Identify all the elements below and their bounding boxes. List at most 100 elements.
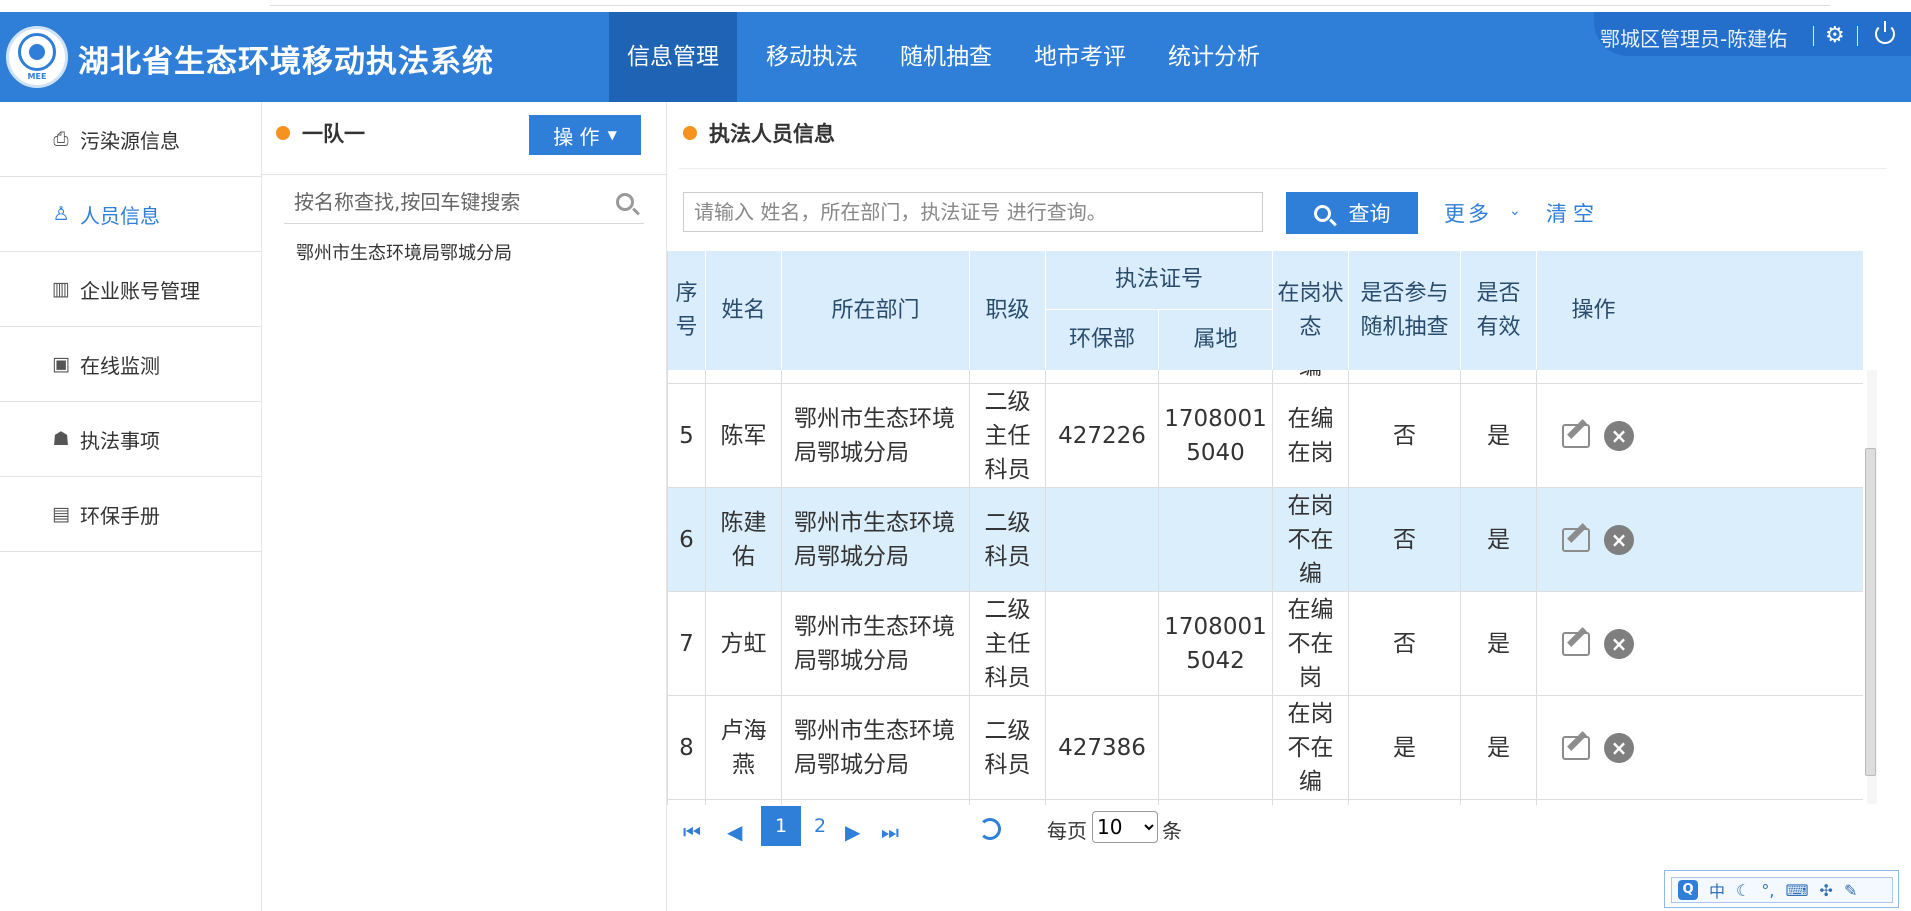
cell-index: 7 xyxy=(668,592,706,696)
clear-link[interactable]: 清空 xyxy=(1546,198,1600,228)
table-row[interactable]: 7 方虹 鄂州市生态环境局鄂城分局 二级主任科员 17080015042 在编不在岗 否 是 × xyxy=(668,592,1863,696)
tools-icon[interactable]: ✣ xyxy=(1820,881,1833,900)
search-icon[interactable] xyxy=(616,193,634,211)
tree-title: 一队一 xyxy=(302,122,365,146)
delete-icon[interactable]: × xyxy=(1604,629,1634,659)
ime-mode[interactable]: 中 xyxy=(1709,878,1725,902)
sidebar-item-3[interactable]: ▥ 企业账号管理 xyxy=(0,252,261,327)
cell-text: 是 xyxy=(1487,527,1510,553)
inbox-icon: ⎙ xyxy=(53,128,69,150)
header-separator xyxy=(1857,26,1858,46)
delete-icon[interactable]: × xyxy=(1604,525,1634,555)
query-input[interactable] xyxy=(683,192,1263,232)
more-link[interactable]: 更多 xyxy=(1444,198,1492,228)
prev-page-icon[interactable]: ◀ xyxy=(727,820,742,844)
refresh-icon[interactable] xyxy=(979,818,1001,840)
main-header: 执法人员信息 xyxy=(683,118,835,148)
page-1[interactable]: 1 xyxy=(761,806,801,846)
cell-license-mee: 427226 xyxy=(1046,384,1159,488)
app-root: MEE 湖北省生态环境移动执法系统 信息管理 移动执法 随机抽查 地市考评 统计分析 鄂… xyxy=(0,0,1911,911)
punctuation-icon[interactable]: °, xyxy=(1761,881,1774,900)
keyboard-icon[interactable]: ⌨ xyxy=(1785,881,1808,900)
cell-license-local xyxy=(1159,696,1273,800)
settings-gear-icon[interactable]: ⚙ xyxy=(1825,23,1845,48)
sidebar-item-label: 人员信息 xyxy=(80,203,160,228)
app-header: MEE 湖北省生态环境移动执法系统 信息管理 移动执法 随机抽查 地市考评 统计分析 鄂… xyxy=(0,12,1911,102)
ime-toolbar: Q 中 ☾ °, ⌨ ✣ ✎ xyxy=(1664,870,1899,908)
next-page-icon[interactable]: ▶ xyxy=(845,820,860,844)
power-logout-icon[interactable] xyxy=(1875,21,1895,44)
nav-item-4[interactable]: 地市考评 xyxy=(1019,12,1141,102)
cell-text: 是 xyxy=(1487,631,1510,657)
cell-text: 8 xyxy=(679,735,694,761)
cell-text: 鄂州市生态环境局鄂城分局 xyxy=(794,718,955,778)
cell-text: 二级主任科员 xyxy=(984,597,1031,691)
th-name: 姓名 xyxy=(706,251,782,370)
cell-text: 二级科员 xyxy=(984,510,1031,570)
cell-license-local: 17080015040 xyxy=(1159,384,1273,488)
cell-text: 方虹 xyxy=(720,631,767,657)
cell-valid: 是 xyxy=(1461,488,1537,592)
tree-search-input[interactable] xyxy=(284,182,584,222)
sidebar-item-label: 在线监测 xyxy=(80,353,160,378)
th-department: 所在部门 xyxy=(782,251,970,370)
first-page-icon[interactable]: ⏮ xyxy=(683,820,701,844)
cell-text: 二级主任科员 xyxy=(984,389,1031,483)
cell-text: 17080015040 xyxy=(1164,406,1267,466)
tree-node[interactable]: 鄂州市生态环境局鄂城分局 xyxy=(296,239,512,265)
scrollbar-thumb[interactable] xyxy=(1865,448,1876,776)
delete-icon[interactable]: × xyxy=(1604,733,1634,763)
last-page-icon[interactable]: ⏭ xyxy=(881,820,899,844)
sidebar-item-2[interactable]: ♙ 人员信息 xyxy=(0,177,261,252)
chevron-down-icon[interactable]: ⌄ xyxy=(1509,203,1521,219)
nav-item-2[interactable]: 移动执法 xyxy=(751,12,873,102)
th-license: 执法证号 xyxy=(1046,251,1273,310)
personnel-table: 编5陈军鄂州市生态环境局鄂城分局二级主任科员42722617080015040在… xyxy=(667,251,1863,805)
cell-department: 鄂州市生态环境局鄂城分局 xyxy=(782,592,970,696)
page-2[interactable]: 2 xyxy=(800,806,840,846)
delete-icon[interactable]: × xyxy=(1604,421,1634,451)
orange-dot-icon xyxy=(683,126,697,140)
cell-status: 在岗不在编 xyxy=(1273,696,1349,800)
query-button[interactable]: 查询 xyxy=(1286,192,1418,234)
sidebar-item-label: 执法事项 xyxy=(80,428,160,453)
sidebar-item-1[interactable]: ⎙ 污染源信息 xyxy=(0,102,261,177)
cell-license-local xyxy=(1159,488,1273,592)
header-separator xyxy=(1813,26,1814,46)
edit-icon[interactable] xyxy=(1562,632,1590,656)
th-rank: 职级 xyxy=(970,251,1046,370)
sidebar-item-5[interactable]: ☗ 执法事项 xyxy=(0,402,261,477)
th-random-check: 是否参与随机抽查 xyxy=(1349,251,1461,370)
table-header: 序号 姓名 所在部门 职级 执法证号 环保部 属地 在岗状态 是否参与随机抽查 … xyxy=(668,251,1863,370)
main-nav: 信息管理 移动执法 随机抽查 地市考评 统计分析 xyxy=(609,12,1275,102)
cell-rank: 二级科员 xyxy=(970,696,1046,800)
table-row[interactable]: 8 卢海燕 鄂州市生态环境局鄂城分局 二级科员 427386 在岗不在编 是 是 × xyxy=(668,696,1863,800)
orange-dot-icon xyxy=(276,126,290,140)
nav-item-1[interactable]: 信息管理 xyxy=(609,12,737,102)
moon-icon[interactable]: ☾ xyxy=(1736,881,1750,900)
operate-button[interactable]: 操 作 ▼ xyxy=(529,115,641,155)
cell-name: 卢海燕 xyxy=(706,696,782,800)
table-row[interactable]: 6 陈建佑 鄂州市生态环境局鄂城分局 二级科员 在岗不在编 否 是 × xyxy=(668,488,1863,592)
cell-status: 在岗不在编 xyxy=(1273,488,1349,592)
cell-text: 6 xyxy=(679,527,694,553)
person-icon: ♙ xyxy=(52,203,70,225)
sidebar-item-label: 环保手册 xyxy=(80,503,160,528)
user-name[interactable]: 鄂城区管理员-陈建佑 xyxy=(1600,23,1787,52)
search-icon xyxy=(1313,204,1331,222)
nav-item-3[interactable]: 随机抽查 xyxy=(885,12,1007,102)
sidebar-item-6[interactable]: ▤ 环保手册 xyxy=(0,477,261,552)
wrench-icon[interactable]: ✎ xyxy=(1844,881,1857,900)
edit-icon[interactable] xyxy=(1562,736,1590,760)
cell-index: 6 xyxy=(668,488,706,592)
ime-logo-icon[interactable]: Q xyxy=(1678,880,1698,900)
cell-name: 方虹 xyxy=(706,592,782,696)
table-row[interactable]: 5 陈军 鄂州市生态环境局鄂城分局 二级主任科员 427226 17080015040 在编… xyxy=(668,384,1863,488)
cell-text: 鄂州市生态环境局鄂城分局 xyxy=(794,510,955,570)
edit-icon[interactable] xyxy=(1562,424,1590,448)
nav-item-5[interactable]: 统计分析 xyxy=(1153,12,1275,102)
edit-icon[interactable] xyxy=(1562,528,1590,552)
sidebar-item-4[interactable]: ▣ 在线监测 xyxy=(0,327,261,402)
sidebar-item-label: 企业账号管理 xyxy=(80,278,200,303)
per-page-select[interactable]: 10 xyxy=(1092,811,1158,843)
